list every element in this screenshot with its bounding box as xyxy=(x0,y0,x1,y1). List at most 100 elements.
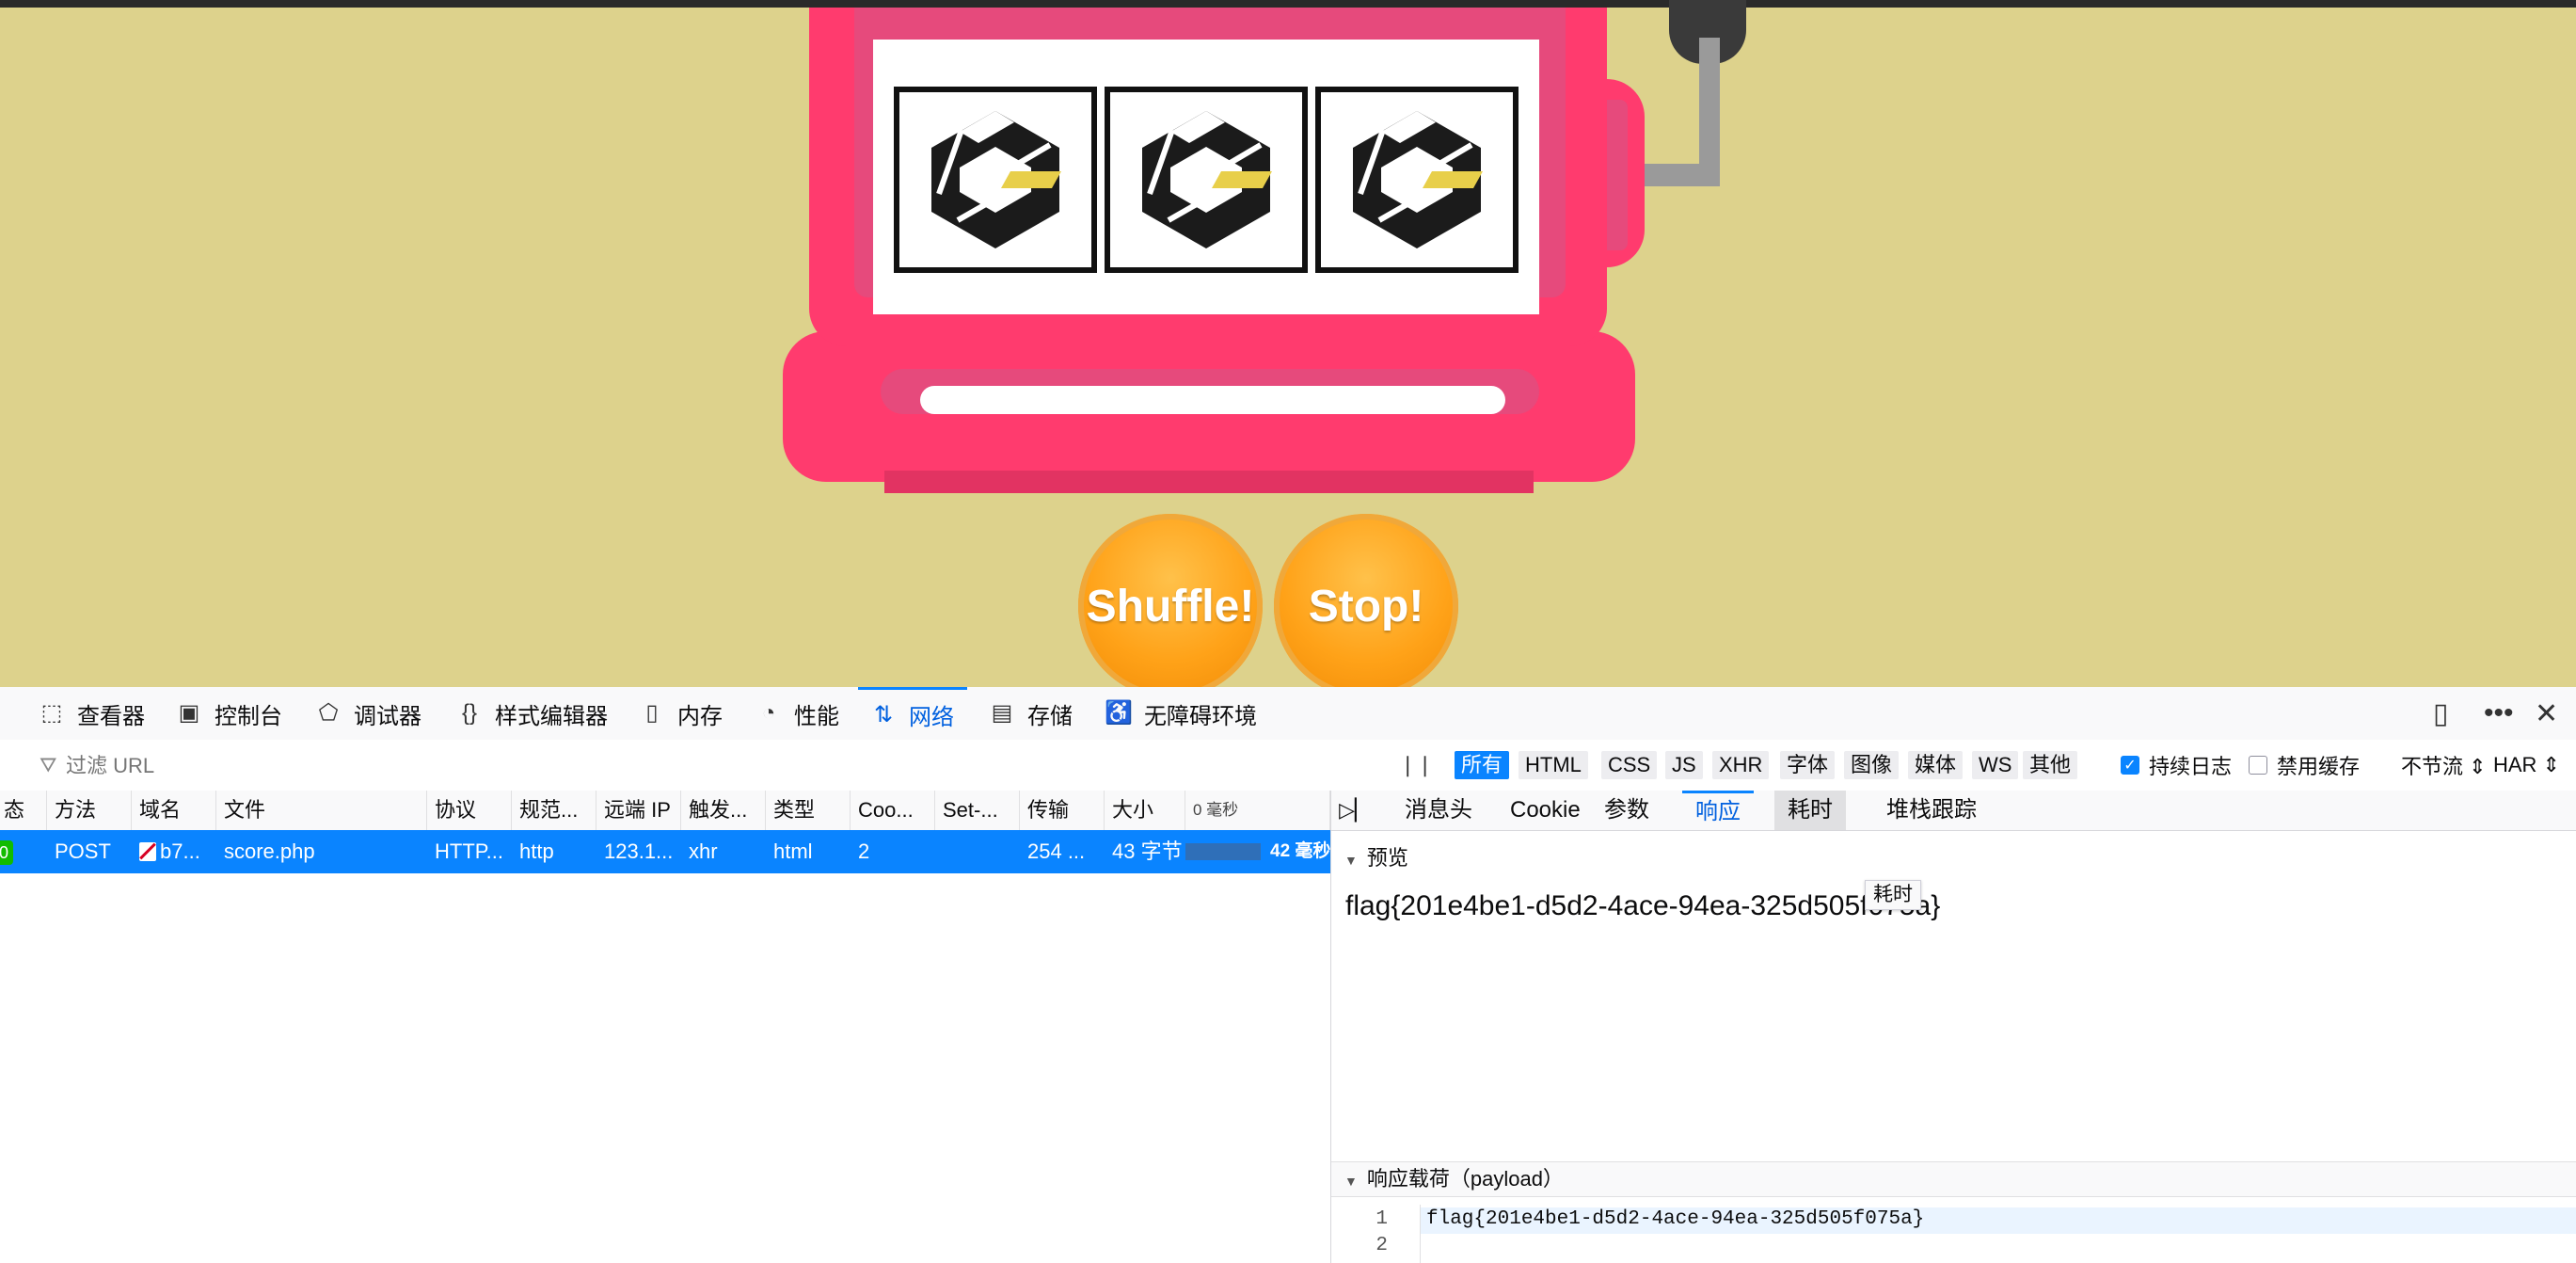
filter-other[interactable]: 其他 xyxy=(2023,751,2078,779)
cell-waterfall: 42 毫秒 xyxy=(1185,830,1330,873)
details-tabs: ▷▏ 消息头 Cookie 参数 响应 耗时 堆栈跟踪 xyxy=(1331,791,2576,831)
filter-all[interactable]: 所有 xyxy=(1455,751,1510,779)
expand-triangle-icon: ▼ xyxy=(1344,853,1358,868)
tab-label: 查看器 xyxy=(77,703,145,729)
table-row[interactable]: 0 POST b7... score.php HTTP... http 123.… xyxy=(0,830,1330,873)
throttling-select[interactable]: 不节流 ⇕ xyxy=(2401,753,2487,778)
reel-2 xyxy=(1105,87,1308,273)
stop-button[interactable]: Stop! xyxy=(1274,514,1458,687)
checkmark-icon: ✓ xyxy=(2121,756,2139,775)
style-editor-icon: {} xyxy=(461,700,478,726)
more-options-icon[interactable]: ••• xyxy=(2484,687,2514,740)
storage-icon: ▤ xyxy=(991,700,1013,726)
responsive-design-icon[interactable]: ▯ xyxy=(2433,687,2449,740)
col-protocol[interactable]: 协议 xyxy=(427,791,512,830)
request-list-empty-area xyxy=(0,873,1330,1263)
payload-section-header[interactable]: ▼ 响应载荷（payload） xyxy=(1331,1161,2576,1197)
performance-icon: ◔ xyxy=(761,700,776,726)
tab-debugger[interactable]: ⬠ 调试器 xyxy=(314,687,421,740)
network-icon: ⇅ xyxy=(873,701,894,727)
code-gutter: 1 2 xyxy=(1331,1205,1421,1263)
col-type[interactable]: 类型 xyxy=(766,791,851,830)
accessibility-icon: ♿ xyxy=(1105,700,1133,726)
col-status[interactable]: 态 xyxy=(0,791,47,830)
tab-params[interactable]: 参数 xyxy=(1591,791,1662,830)
tab-timings[interactable]: 耗时 xyxy=(1774,791,1846,830)
col-cookies[interactable]: Coo... xyxy=(851,791,935,830)
col-method[interactable]: 方法 xyxy=(47,791,132,830)
waterfall-bar xyxy=(1185,843,1261,860)
cube-logo-icon xyxy=(1353,111,1483,248)
tab-network[interactable]: ⇅ 网络 xyxy=(858,687,967,740)
filter-js[interactable]: JS xyxy=(1665,751,1703,779)
col-initiator[interactable]: 触发... xyxy=(681,791,766,830)
tab-headers[interactable]: 消息头 xyxy=(1391,791,1486,830)
tab-label: 内存 xyxy=(677,703,723,729)
disable-cache-checkbox[interactable]: 禁用缓存 xyxy=(2249,753,2361,778)
col-remote-ip[interactable]: 远端 IP xyxy=(596,791,681,830)
cube-logo-icon xyxy=(931,111,1061,248)
memory-icon: ▯ xyxy=(645,700,659,726)
cell-scheme: http xyxy=(519,839,554,863)
cube-logo-icon xyxy=(1142,111,1272,248)
filter-url-input[interactable] xyxy=(38,751,1385,781)
tab-style-editor[interactable]: {} 样式编辑器 xyxy=(455,687,608,740)
insecure-lock-icon xyxy=(139,842,156,861)
tab-accessibility[interactable]: ♿ 无障碍环境 xyxy=(1105,687,1257,740)
tab-stack-trace[interactable]: 堆栈跟踪 xyxy=(1873,791,1990,830)
cell-protocol: HTTP... xyxy=(435,839,503,863)
persist-logs-checkbox[interactable]: ✓ 持续日志 xyxy=(2121,753,2232,778)
tab-console[interactable]: ▣ 控制台 xyxy=(175,687,282,740)
col-waterfall[interactable]: 0 毫秒 xyxy=(1185,791,1330,830)
filter-images[interactable]: 图像 xyxy=(1844,751,1900,779)
devtools-toolbar: ⬚ 查看器 ▣ 控制台 ⬠ 调试器 {} 样式编辑器 ▯ 内存 ◔ 性能 ⇅ 网… xyxy=(0,687,2576,741)
game-viewport: Shuffle! Stop! xyxy=(0,0,2576,687)
tab-storage[interactable]: ▤ 存储 xyxy=(988,687,1073,740)
tab-cookies[interactable]: Cookie xyxy=(1497,791,1594,830)
tab-memory[interactable]: ▯ 内存 xyxy=(638,687,723,740)
reel-1 xyxy=(894,87,1097,273)
browser-top-edge xyxy=(0,0,2576,8)
col-size[interactable]: 大小 xyxy=(1105,791,1185,830)
filter-ws[interactable]: WS xyxy=(1972,751,2019,779)
console-icon: ▣ xyxy=(178,700,200,726)
tab-label: 无障碍环境 xyxy=(1144,703,1257,729)
waterfall-time: 42 毫秒 xyxy=(1270,841,1330,861)
line-number: 1 xyxy=(1375,1208,1388,1230)
inspector-icon: ⬚ xyxy=(40,700,63,726)
col-transferred[interactable]: 传输 xyxy=(1020,791,1105,830)
filter-css[interactable]: CSS xyxy=(1601,751,1658,779)
filter-html[interactable]: HTML xyxy=(1519,751,1588,779)
disable-cache-label: 禁用缓存 xyxy=(2277,755,2361,778)
col-domain[interactable]: 域名 xyxy=(132,791,216,830)
toggle-sidebar-icon[interactable]: ▷▏ xyxy=(1331,791,1378,830)
filter-xhr[interactable]: XHR xyxy=(1712,751,1770,779)
expand-triangle-icon: ▼ xyxy=(1344,1174,1358,1189)
filter-media[interactable]: 媒体 xyxy=(1908,751,1964,779)
request-table-header: 态 方法 域名 文件 协议 规范... 远端 IP 触发... 类型 Coo..… xyxy=(0,791,1330,831)
col-scheme[interactable]: 规范... xyxy=(512,791,596,830)
cell-method: POST xyxy=(55,839,111,863)
pause-icon[interactable]: ❘❘ xyxy=(1392,751,1440,779)
cell-remote-ip: 123.1... xyxy=(604,839,674,863)
cell-set-cookies xyxy=(935,830,1020,873)
col-set-cookies[interactable]: Set-... xyxy=(935,791,1020,830)
preview-section-label: 预览 xyxy=(1366,846,1408,870)
line-number: 2 xyxy=(1375,1235,1388,1256)
payload-code-line[interactable]: flag{201e4be1-d5d2-4ace-94ea-325d505f075… xyxy=(1426,1208,1924,1230)
timings-tooltip: 耗时 xyxy=(1865,880,1921,910)
tab-label: 性能 xyxy=(794,703,839,729)
cell-file: score.php xyxy=(224,839,315,863)
filter-font[interactable]: 字体 xyxy=(1780,751,1836,779)
coin-slot xyxy=(920,386,1505,414)
close-icon[interactable]: ✕ xyxy=(2535,687,2558,740)
col-file[interactable]: 文件 xyxy=(216,791,427,830)
tab-response[interactable]: 响应 xyxy=(1682,791,1754,830)
shuffle-button[interactable]: Shuffle! xyxy=(1078,514,1263,687)
payload-section-label: 响应载荷（payload） xyxy=(1366,1167,1564,1191)
tab-performance[interactable]: ◔ 性能 xyxy=(755,687,839,740)
machine-foot xyxy=(884,471,1534,493)
tab-inspector[interactable]: ⬚ 查看器 xyxy=(38,687,145,740)
preview-section-header[interactable]: ▼ 预览 xyxy=(1331,841,2576,875)
har-menu[interactable]: HAR ⇕ xyxy=(2493,753,2560,777)
